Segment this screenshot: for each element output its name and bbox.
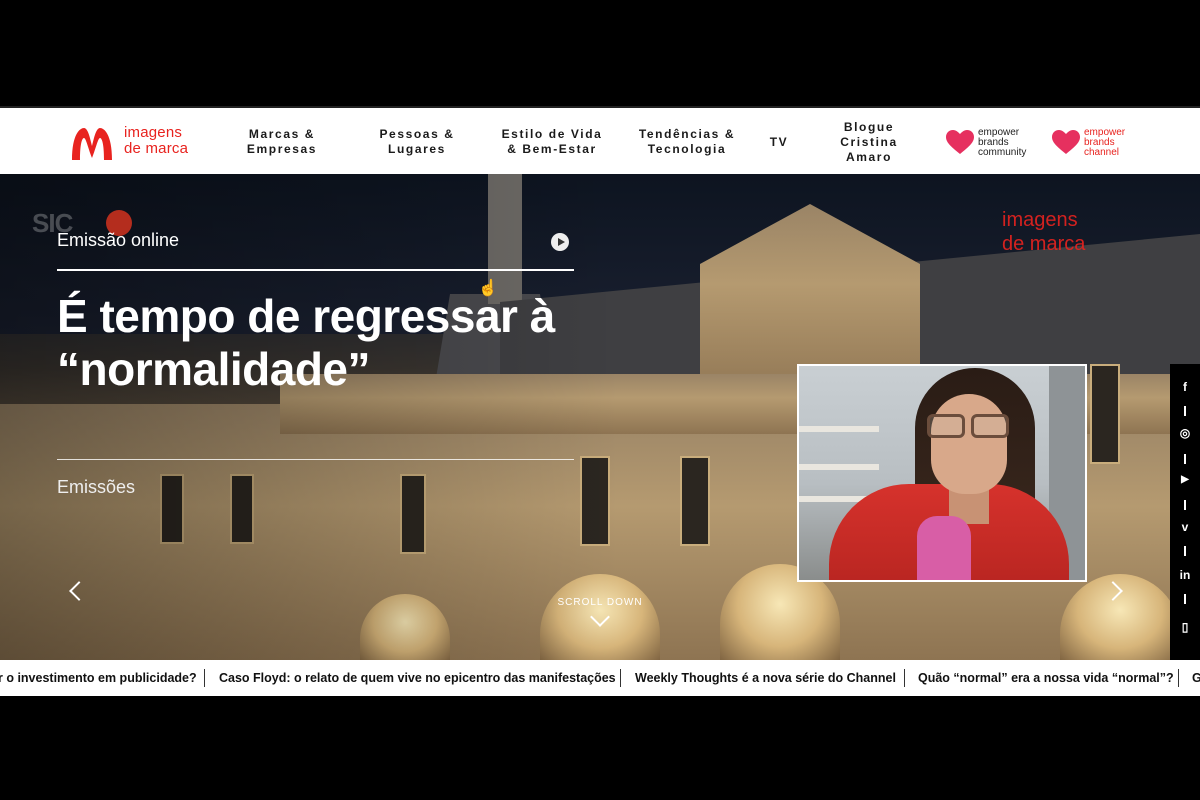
building-window xyxy=(1090,364,1120,464)
hero-headline[interactable]: É tempo de regressar à “normalidade” xyxy=(57,290,577,396)
logo-wordmark: imagens de marca xyxy=(124,125,188,157)
social-separator xyxy=(1184,594,1186,604)
play-icon[interactable] xyxy=(551,233,569,251)
nav-pessoas-lugares[interactable]: Pessoas & Lugares xyxy=(367,108,467,176)
instagram-icon[interactable]: ◎ xyxy=(1170,426,1200,440)
social-separator xyxy=(1184,406,1186,416)
news-ticker: r o investimento em publicidade? Caso Fl… xyxy=(0,660,1200,696)
empower-channel-label: empower brands channel xyxy=(1084,127,1126,158)
watermark-line1: imagens xyxy=(1002,209,1078,231)
social-sidebar: f ◎ ▶ v in ▯ xyxy=(1170,364,1200,660)
ticker-separator xyxy=(1178,669,1179,687)
social-separator xyxy=(1184,500,1186,510)
nav-marcas-empresas[interactable]: Marcas & Empresas xyxy=(232,108,332,176)
building-window xyxy=(680,456,710,546)
ticker-item[interactable]: G xyxy=(1192,660,1200,696)
nav-tv[interactable]: TV xyxy=(762,108,796,176)
hero-kicker[interactable]: Emissão online xyxy=(57,230,179,251)
person-face xyxy=(931,394,1007,494)
hero-divider-bottom xyxy=(57,459,574,460)
facebook-icon[interactable]: f xyxy=(1170,380,1200,394)
social-separator xyxy=(1184,546,1186,556)
ticker-item[interactable]: Caso Floyd: o relato de quem vive no epi… xyxy=(219,660,616,696)
social-separator xyxy=(1184,454,1186,464)
empower-brands-channel-link[interactable]: empower brands channel xyxy=(1052,126,1125,160)
ticker-item[interactable]: Weekly Thoughts é a nova série do Channe… xyxy=(635,660,896,696)
nav-estilo-de-vida[interactable]: Estilo de Vida & Bem-Estar xyxy=(496,108,608,176)
ticker-separator xyxy=(620,669,621,687)
empower-heart-icon xyxy=(1052,130,1080,154)
hero-category[interactable]: Emissões xyxy=(57,477,135,498)
screen-frame: imagens de marca Marcas & Empresas Pesso… xyxy=(0,0,1200,800)
ticker-item[interactable]: r o investimento em publicidade? xyxy=(0,660,197,696)
empower-brands-community-link[interactable]: empower brands community xyxy=(946,126,1026,160)
person-glasses xyxy=(927,414,1011,438)
watermark-line2: de marca xyxy=(1002,233,1086,255)
empower-community-label: empower brands community xyxy=(978,127,1027,158)
nav-blogue-cristina-amaro[interactable]: Blogue Cristina Amaro xyxy=(826,108,912,176)
ticker-separator xyxy=(904,669,905,687)
vimeo-icon[interactable]: v xyxy=(1170,520,1200,534)
empower-heart-icon xyxy=(946,130,974,154)
ticker-item[interactable]: Quão “normal” era a nossa vida “normal”? xyxy=(918,660,1174,696)
book-icon[interactable]: ▯ xyxy=(1170,620,1200,634)
linkedin-icon[interactable]: in xyxy=(1170,568,1200,582)
person-top xyxy=(917,516,971,580)
nav-tendencias-tecnologia[interactable]: Tendências & Tecnologia xyxy=(632,108,742,176)
background-shelf xyxy=(799,464,879,470)
hero-divider-top xyxy=(57,269,574,271)
logo-line2: de marca xyxy=(124,140,189,157)
imagens-de-marca-watermark: imagens de marca xyxy=(1002,208,1085,256)
logo-m-icon xyxy=(72,128,112,160)
logo-line1: imagens xyxy=(124,124,183,141)
site-header: imagens de marca Marcas & Empresas Pesso… xyxy=(0,106,1200,174)
background-shelf xyxy=(799,426,879,432)
site-logo[interactable]: imagens de marca xyxy=(68,122,198,166)
webcam-video-overlay xyxy=(797,364,1087,582)
youtube-icon[interactable]: ▶ xyxy=(1170,474,1200,485)
ticker-separator xyxy=(204,669,205,687)
